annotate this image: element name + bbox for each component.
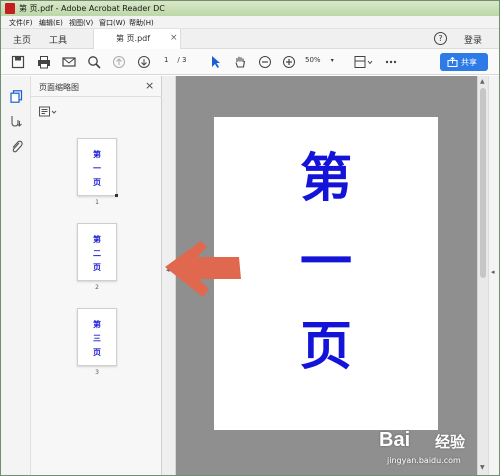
share-button[interactable]: 共享: [440, 53, 488, 71]
thumbnail-number: 2: [95, 284, 99, 291]
page-display-icon[interactable]: [354, 55, 374, 69]
zoom-level-value: 50%: [305, 56, 321, 64]
page-up-icon[interactable]: [112, 55, 126, 69]
thumbnail-page-1[interactable]: 第 一 页: [77, 138, 118, 197]
thumb-char: 第: [93, 234, 101, 244]
zoom-in-icon[interactable]: [282, 55, 296, 69]
vertical-scrollbar[interactable]: ▲ ▼: [477, 76, 488, 475]
login-button[interactable]: 登录: [464, 33, 482, 46]
tab-home[interactable]: 主页: [13, 33, 31, 46]
more-icon[interactable]: [384, 55, 398, 69]
menu-window[interactable]: 窗口(W): [99, 18, 125, 28]
email-icon[interactable]: [62, 55, 76, 69]
share-icon: [447, 57, 458, 67]
thumbnail-options-icon[interactable]: [39, 103, 59, 117]
left-arrow-annotation: [165, 241, 241, 297]
thumb-char: 第: [93, 319, 101, 329]
thumb-char: 页: [93, 177, 101, 187]
page-indicator[interactable]: 1 / 3: [164, 56, 186, 64]
menu-view[interactable]: 视图(V): [69, 18, 93, 28]
thumb-char: 一: [93, 163, 101, 173]
thumb-char: 二: [93, 248, 101, 258]
thumbnail-number: 1: [95, 199, 99, 206]
help-icon[interactable]: ?: [434, 32, 447, 45]
hand-tool-icon[interactable]: [233, 55, 247, 69]
panel-divider: [31, 96, 162, 97]
page-total: / 3: [177, 56, 187, 64]
page-char-2: 一: [299, 232, 352, 293]
watermark-brand: Bai: [379, 429, 411, 451]
tab-bar: 主页 工具 第 页.pdf × ? 登录: [1, 29, 499, 49]
acrobat-window: 第 页.pdf - Adobe Acrobat Reader DC 文件(F) …: [0, 0, 500, 476]
thumbnail-page-2[interactable]: 第 二 页: [77, 223, 117, 281]
thumb-char: 三: [93, 333, 101, 343]
close-icon[interactable]: ×: [145, 79, 154, 92]
thumb-char: 第: [93, 149, 101, 159]
toolbar: 1 / 3 50% ▾ 共享: [1, 49, 499, 75]
select-cursor-icon[interactable]: [209, 55, 223, 69]
print-icon[interactable]: [37, 55, 51, 69]
zoom-out-icon[interactable]: [258, 55, 272, 69]
share-label: 共享: [461, 58, 477, 67]
window-title: 第 页.pdf - Adobe Acrobat Reader DC: [19, 4, 165, 13]
tab-close-icon[interactable]: ×: [170, 33, 178, 43]
thumbnail-page-3[interactable]: 第 三 页: [77, 308, 117, 366]
right-gutter: ◂: [488, 76, 499, 475]
page-char-1: 第: [299, 148, 352, 209]
attachment-icon[interactable]: [10, 138, 23, 153]
tab-document-label: 第 页.pdf: [116, 34, 151, 43]
chevron-down-icon: ▾: [330, 57, 334, 64]
watermark-url: jingyan.baidu.com: [387, 456, 461, 465]
menu-file[interactable]: 文件(F): [9, 18, 33, 28]
panel-title: 页面缩略图: [39, 83, 79, 92]
thumb-char: 页: [93, 347, 101, 357]
page-down-icon[interactable]: [137, 55, 151, 69]
page-char-3: 页: [299, 316, 352, 377]
menu-edit[interactable]: 编辑(E): [39, 18, 63, 28]
acrobat-app-icon: [5, 3, 15, 14]
zoom-search-icon[interactable]: [87, 55, 101, 69]
watermark-suffix: 经验: [435, 433, 466, 451]
save-icon[interactable]: [11, 55, 25, 69]
title-bar: 第 页.pdf - Adobe Acrobat Reader DC: [1, 1, 499, 16]
zoom-level-select[interactable]: 50% ▾: [305, 56, 334, 64]
bookmark-icon[interactable]: [10, 113, 23, 127]
thumbnail-number: 3: [95, 369, 99, 376]
pdf-page: 第 一 页: [214, 117, 438, 430]
expand-panel-icon[interactable]: ◂: [491, 268, 495, 276]
menu-bar: 文件(F) 编辑(E) 视图(V) 窗口(W) 帮助(H): [1, 16, 499, 29]
baidu-watermark: Bai 经验 jingyan.baidu.com: [379, 429, 491, 473]
resize-handle-icon[interactable]: [115, 194, 118, 197]
thumb-char: 页: [93, 262, 101, 272]
menu-help[interactable]: 帮助(H): [129, 18, 154, 28]
scrollbar-thumb[interactable]: [480, 88, 486, 278]
page-current-input[interactable]: 1: [164, 56, 168, 64]
scroll-up-icon[interactable]: ▲: [480, 78, 485, 85]
tab-document[interactable]: 第 页.pdf ×: [93, 29, 181, 49]
thumbnail-panel: 页面缩略图 × 第 一 页 1 第 二 页 2 第 三 页 3: [31, 76, 162, 475]
page-thumbnails-icon[interactable]: [10, 88, 23, 103]
left-icon-rail: [1, 76, 31, 475]
tab-tools[interactable]: 工具: [49, 33, 67, 46]
